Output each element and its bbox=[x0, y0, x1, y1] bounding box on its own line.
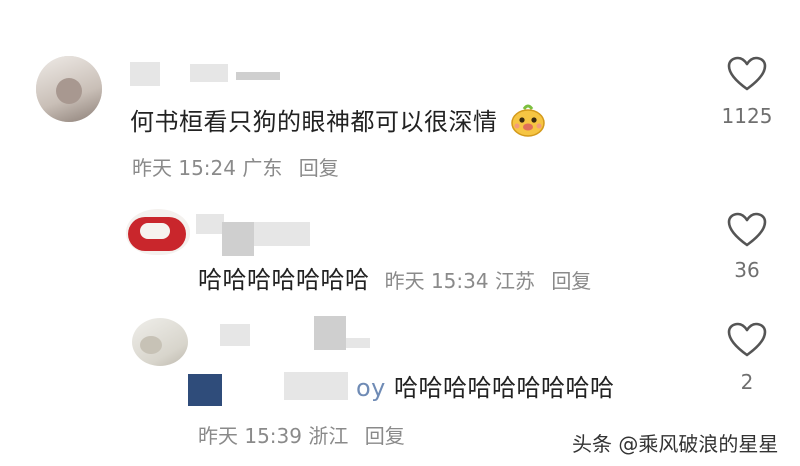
comment-meta: 昨天 15:24 广东 回复 bbox=[132, 152, 339, 181]
username-blurred bbox=[190, 64, 228, 82]
username-blurred bbox=[196, 214, 224, 234]
like-button[interactable] bbox=[727, 322, 767, 362]
mention-tail: oy bbox=[356, 374, 386, 402]
username-blurred bbox=[254, 222, 310, 246]
location: 浙江 bbox=[308, 424, 349, 448]
like-count: 36 bbox=[734, 258, 760, 282]
heart-icon bbox=[727, 322, 767, 357]
like-count: 2 bbox=[740, 370, 754, 394]
comment-meta: 昨天 15:39 浙江 回复 bbox=[198, 420, 405, 449]
heart-icon bbox=[727, 56, 767, 91]
comment-text: oy 哈哈哈哈哈哈哈哈哈 bbox=[356, 374, 615, 402]
timestamp: 昨天 15:24 bbox=[132, 156, 236, 180]
reply-button[interactable]: 回复 bbox=[365, 424, 405, 448]
watermark: 头条 @乘风破浪的星星 bbox=[572, 432, 779, 456]
comment-meta: 昨天 15:34 江苏 回复 bbox=[385, 269, 592, 293]
username-blurred bbox=[314, 316, 346, 350]
timestamp: 昨天 15:39 bbox=[198, 424, 302, 448]
reply-button[interactable]: 回复 bbox=[299, 156, 339, 180]
timestamp: 昨天 15:34 bbox=[384, 269, 489, 293]
username-blurred bbox=[346, 338, 370, 348]
comment-text: 哈哈哈哈哈哈哈 bbox=[198, 266, 370, 294]
location: 广东 bbox=[242, 156, 283, 180]
comment-text: 何书桓看只狗的眼神都可以很深情 bbox=[130, 102, 546, 143]
username-blurred bbox=[236, 72, 280, 80]
avatar[interactable] bbox=[132, 318, 188, 366]
username-blurred bbox=[222, 222, 254, 256]
like-button[interactable] bbox=[727, 56, 767, 96]
username-blurred bbox=[220, 324, 250, 346]
reply-button[interactable]: 回复 bbox=[551, 269, 591, 293]
location: 江苏 bbox=[494, 269, 535, 293]
like-count: 1125 bbox=[721, 104, 773, 128]
like-button[interactable] bbox=[727, 212, 767, 252]
heart-icon bbox=[727, 212, 767, 247]
blurred-user-tag bbox=[188, 374, 222, 406]
avatar[interactable] bbox=[36, 56, 102, 122]
blurred-user-tag bbox=[284, 372, 348, 400]
avatar[interactable] bbox=[126, 209, 190, 255]
mole-face-emoji-icon bbox=[510, 103, 546, 143]
username-blurred bbox=[130, 62, 160, 86]
comment-row: 哈哈哈哈哈哈哈 昨天 15:34 江苏 回复 bbox=[198, 260, 591, 295]
